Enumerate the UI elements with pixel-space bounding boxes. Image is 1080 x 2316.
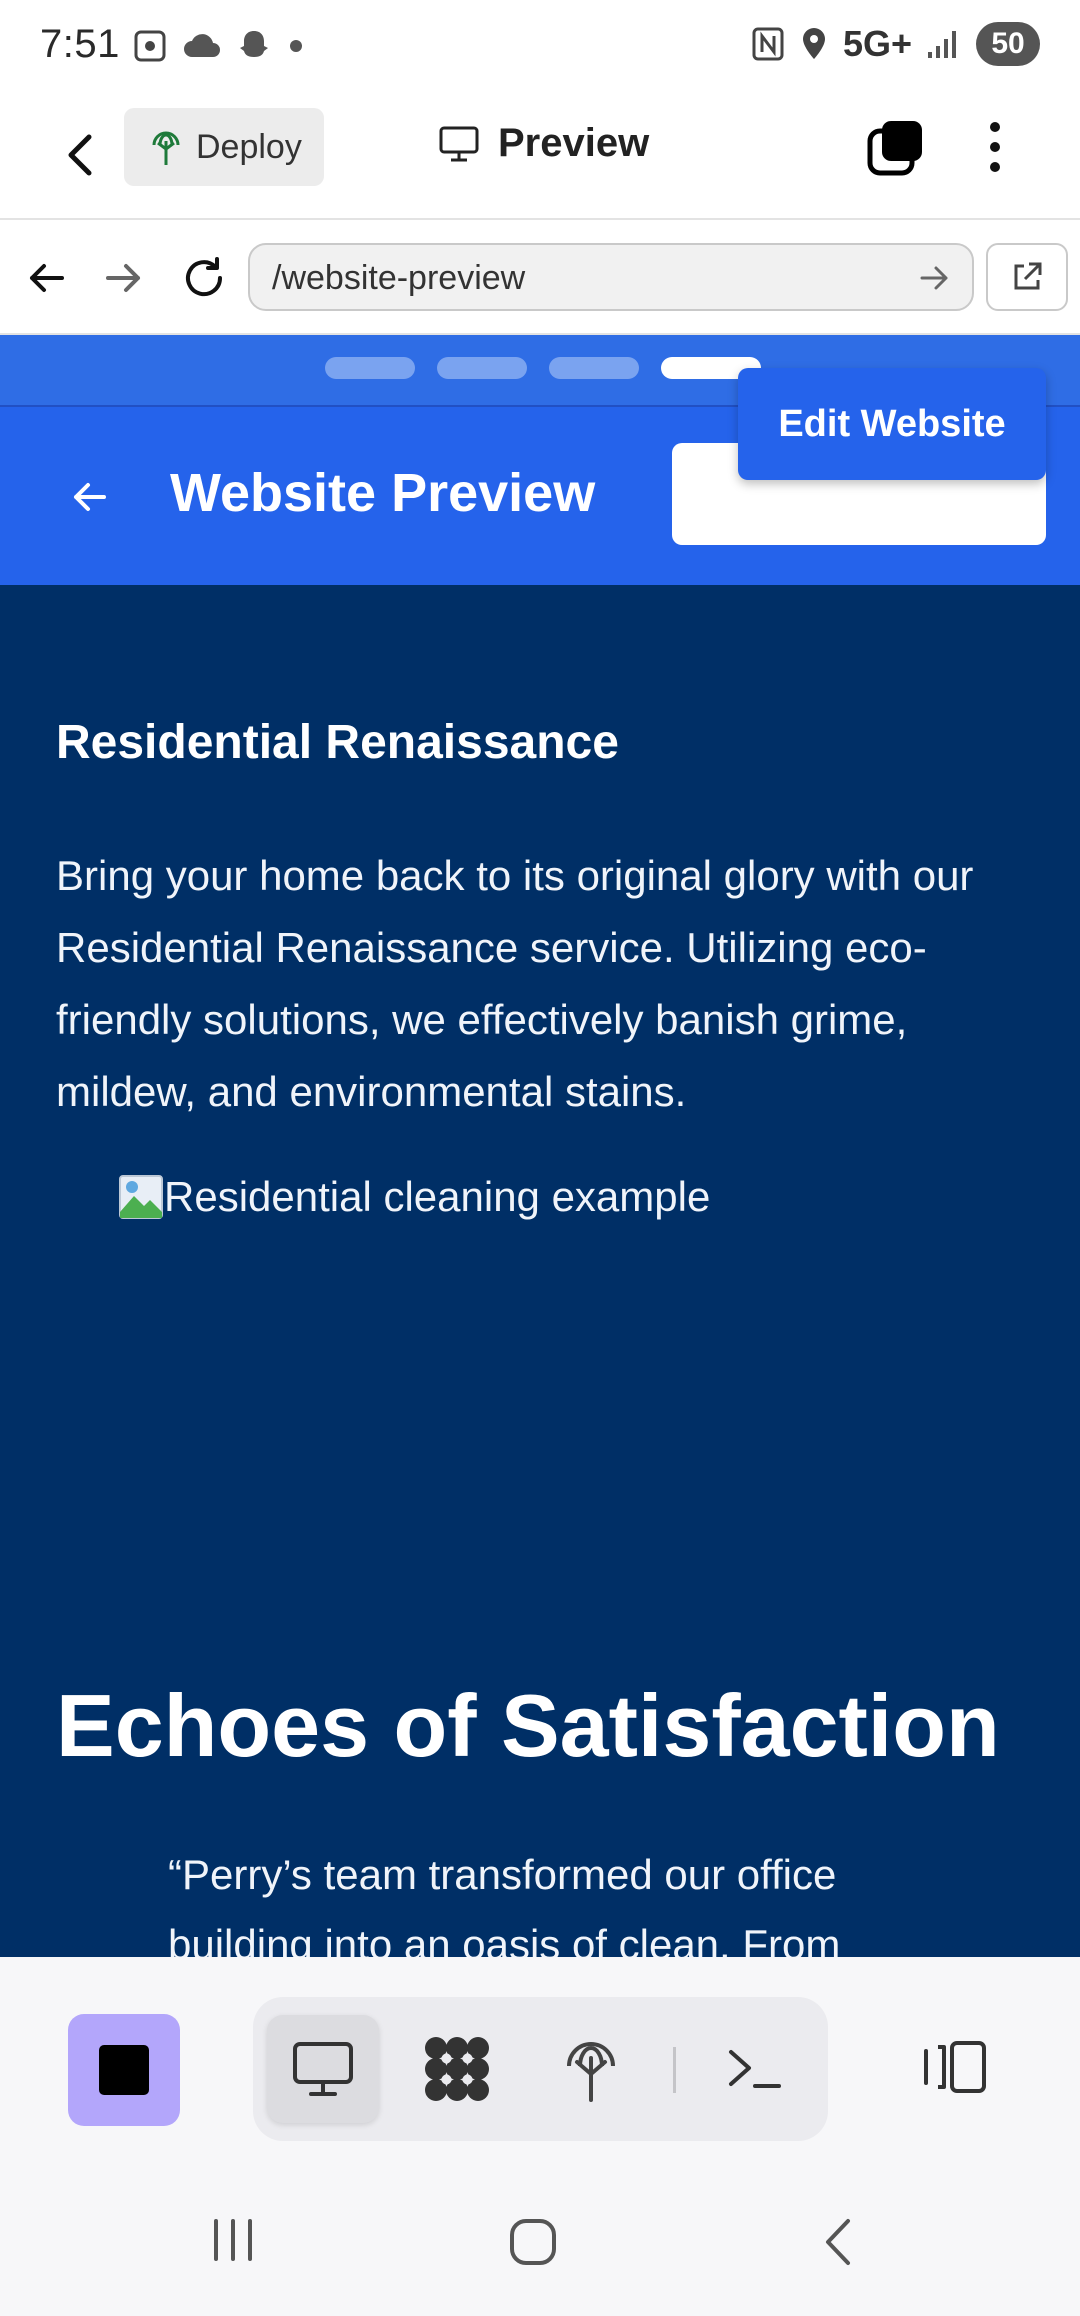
site-header-title: Website Preview (170, 463, 596, 523)
browser-back-button[interactable] (18, 250, 74, 306)
image-alt-text: Residential cleaning example (164, 1173, 711, 1220)
back-button[interactable] (55, 125, 105, 185)
page-dot[interactable] (325, 357, 415, 379)
deploy-tree-icon (567, 2042, 615, 2102)
status-system-icons: 5G+ 50 (751, 22, 1040, 66)
screenshot-icon (134, 30, 166, 62)
deploy-tree-icon (152, 131, 180, 165)
edit-website-button[interactable]: Edit Website (738, 368, 1046, 480)
signal-icon (928, 31, 956, 58)
dot-icon (290, 40, 302, 52)
preview-tab[interactable]: Preview (438, 121, 649, 166)
preview-label: Preview (498, 121, 650, 165)
panel-toggle-button[interactable] (915, 2012, 995, 2122)
status-bar: 7:51 5G+ 50 (0, 0, 1080, 95)
testimonials-title: Echoes of Satisfaction (56, 1676, 1000, 1775)
browser-toolbar: /website-preview (0, 220, 1080, 335)
grid-blob-icon (425, 2037, 489, 2101)
browser-forward-button[interactable] (96, 250, 152, 306)
side-panel-icon (924, 2041, 986, 2093)
tabs-button[interactable] (866, 117, 926, 177)
url-input[interactable]: /website-preview (248, 243, 974, 311)
location-icon (802, 28, 825, 59)
service-title: Residential Renaissance (56, 716, 619, 769)
chevron-left-icon (68, 134, 92, 176)
system-navigation-bar (0, 2157, 1080, 2316)
console-view-button[interactable] (699, 2015, 811, 2123)
more-menu-button[interactable] (975, 117, 1015, 177)
cloud-icon (184, 34, 220, 57)
home-icon (510, 2219, 556, 2265)
tool-divider (673, 2047, 676, 2093)
battery-level: 50 (991, 27, 1025, 60)
broken-image-icon (119, 1175, 163, 1219)
stacked-squares-icon (867, 121, 922, 176)
external-link-icon (1014, 262, 1042, 290)
system-back-button[interactable] (818, 2217, 858, 2272)
page-indicator-dots (325, 357, 761, 379)
status-time: 7:51 (40, 22, 120, 66)
open-external-button[interactable] (986, 243, 1068, 311)
monitor-icon (439, 126, 479, 161)
deploy-button[interactable]: Deploy (124, 108, 324, 186)
status-notification-icons (132, 28, 306, 64)
broken-image: Residential cleaning example (118, 1173, 710, 1221)
view-tool-group (253, 1997, 828, 2141)
nfc-icon (752, 27, 784, 61)
url-text: /website-preview (272, 259, 526, 297)
snapchat-icon (240, 31, 268, 57)
page-dot[interactable] (437, 357, 527, 379)
recent-apps-icon (214, 2219, 252, 2261)
go-arrow-icon[interactable] (918, 259, 952, 297)
battery-indicator: 50 (976, 22, 1040, 66)
files-view-button[interactable] (401, 2015, 513, 2123)
arrow-left-icon (30, 264, 64, 292)
website-content: Residential Renaissance Bring your home … (0, 585, 1080, 1957)
site-back-button[interactable] (68, 475, 112, 524)
service-description: Bring your home back to its original glo… (56, 852, 974, 1115)
arrow-left-icon (74, 483, 106, 511)
home-button[interactable] (508, 2217, 558, 2272)
preview-view-button[interactable] (267, 2015, 379, 2123)
monitor-icon (293, 2042, 353, 2096)
back-chevron-icon (826, 2219, 850, 2265)
reload-button[interactable] (176, 250, 232, 306)
recent-apps-button[interactable] (210, 2217, 256, 2268)
page-dot[interactable] (549, 357, 639, 379)
edit-website-label: Edit Website (778, 402, 1006, 445)
deploy-label: Deploy (196, 127, 302, 166)
testimonial-quote: “Perry’s team transformed our office bui… (168, 1851, 841, 1957)
app-header: Deploy Preview (0, 95, 1080, 220)
reload-icon (186, 257, 223, 297)
terminal-icon (729, 2050, 781, 2088)
stop-button[interactable] (68, 2014, 180, 2126)
network-type: 5G+ (842, 23, 912, 64)
stop-icon (99, 2045, 149, 2095)
bottom-toolbar (0, 1957, 1080, 2157)
more-vertical-icon (990, 122, 1000, 172)
deploy-view-button[interactable] (535, 2015, 647, 2123)
arrow-right-icon (106, 264, 140, 292)
